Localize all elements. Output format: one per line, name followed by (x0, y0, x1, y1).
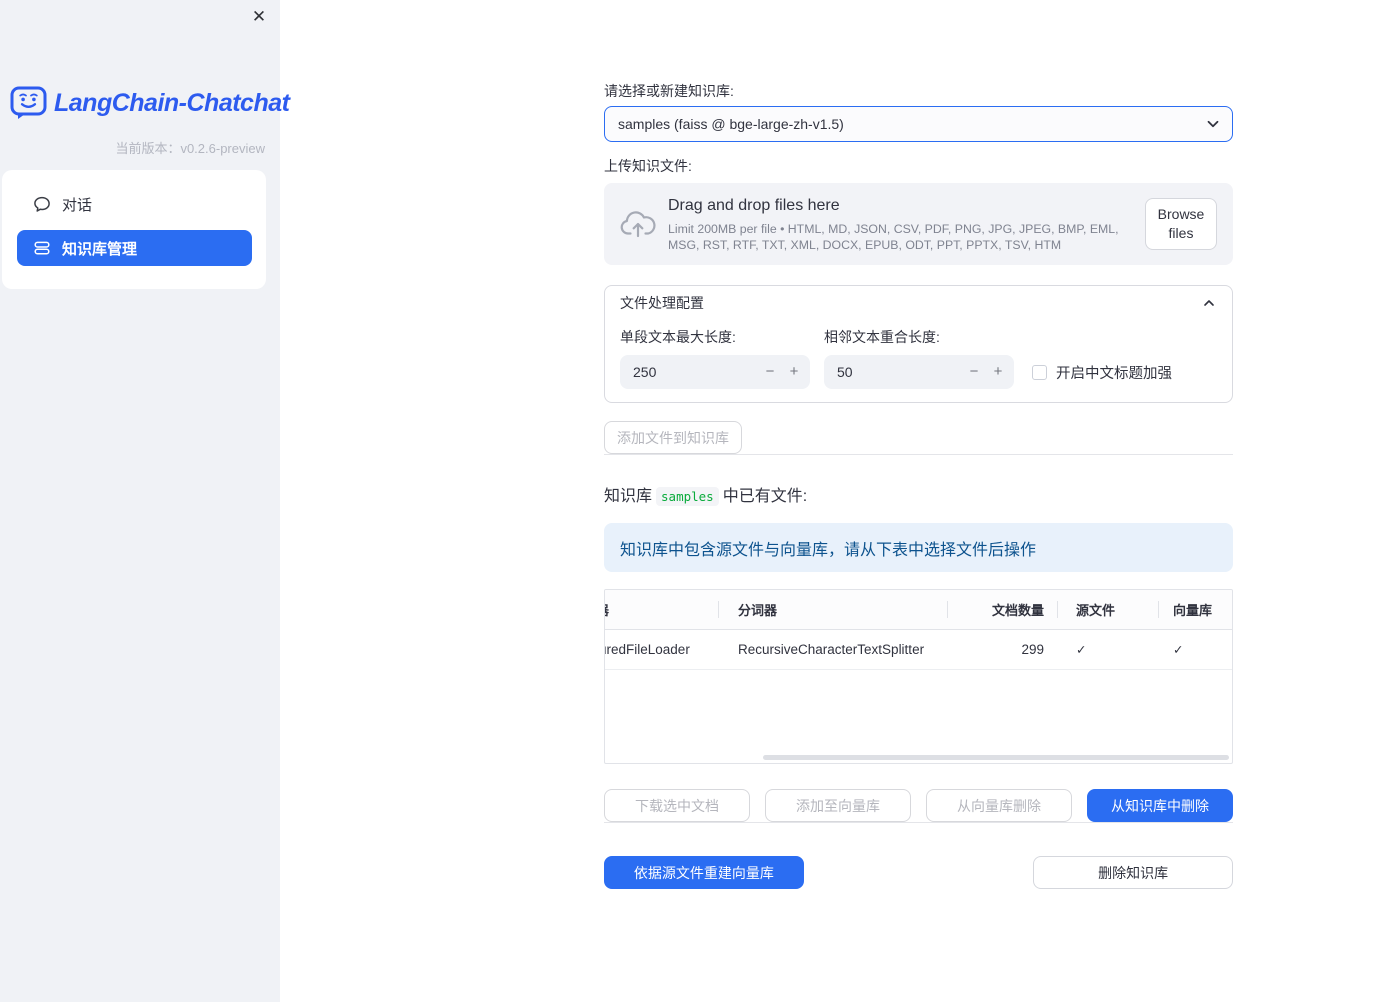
increment-button[interactable]: + (984, 355, 1012, 389)
cell-doc-count: 299 (1021, 642, 1044, 657)
close-sidebar-icon[interactable]: ✕ (247, 5, 271, 29)
column-header-loader: 器 (605, 590, 719, 629)
add-to-vector-store-button[interactable]: 添加至向量库 (765, 789, 911, 822)
info-banner: 知识库中包含源文件与向量库，请从下表中选择文件后操作 (604, 523, 1233, 572)
sidebar-item-kb-management[interactable]: 知识库管理 (17, 230, 252, 266)
kb-level-buttons: 依据源文件重建向量库 删除知识库 (604, 856, 1233, 889)
sidebar-item-label: 对话 (62, 196, 93, 214)
table-row[interactable]: uredFileLoader RecursiveCharacterTextSpl… (605, 630, 1232, 670)
info-text: 知识库中包含源文件与向量库，请从下表中选择文件后操作 (620, 541, 1037, 559)
zh-title-enhance-label: 开启中文标题加强 (1056, 365, 1172, 382)
logo-chat-bubble-icon (10, 86, 47, 120)
overlap-size-group: 相邻文本重合长度: 50 − + (824, 329, 1014, 389)
version-info: 当前版本：v0.2.6-preview (115, 138, 265, 157)
overlap-size-label: 相邻文本重合长度: (824, 329, 940, 345)
kb-files-suffix: 中已有文件: (722, 488, 808, 505)
delete-from-kb-button[interactable]: 从知识库中删除 (1087, 789, 1233, 822)
browse-files-button[interactable]: Browse files (1145, 198, 1217, 250)
sidebar-item-label: 知识库管理 (62, 240, 138, 258)
chunk-size-label: 单段文本最大长度: (620, 329, 736, 345)
download-selected-button[interactable]: 下载选中文档 (604, 789, 750, 822)
chat-bubble-icon (33, 195, 51, 213)
kb-select[interactable]: samples (faiss @ bge-large-zh-v1.5) (604, 106, 1233, 142)
kb-files-table: 器 分词器 文档数量 源文件 向量库 uredFileLoader Recurs… (604, 589, 1233, 764)
version-value: v0.2.6-preview (180, 141, 265, 156)
table-horizontal-scrollbar[interactable] (763, 755, 1229, 760)
dropzone-title: Drag and drop files here (668, 196, 840, 214)
chevron-up-icon[interactable] (1201, 295, 1217, 311)
kb-files-prefix: 知识库 (604, 488, 653, 505)
chevron-down-icon[interactable] (1204, 115, 1222, 133)
overlap-size-value: 50 (837, 364, 853, 380)
upload-label: 上传知识文件: (604, 158, 692, 174)
version-label: 当前版本： (115, 141, 181, 156)
table-header-row: 器 分词器 文档数量 源文件 向量库 (605, 590, 1232, 630)
cell-splitter: RecursiveCharacterTextSplitter (738, 642, 925, 657)
add-files-to-kb-button[interactable]: 添加文件到知识库 (604, 421, 742, 454)
delete-kb-button[interactable]: 删除知识库 (1033, 856, 1233, 889)
cell-vector-store-check: ✓ (1173, 643, 1184, 657)
column-header-source-file: 源文件 (1058, 590, 1159, 629)
zh-title-enhance-checkbox-row[interactable]: 开启中文标题加强 (1032, 355, 1172, 389)
file-dropzone[interactable]: Drag and drop files here Limit 200MB per… (604, 183, 1233, 265)
sidebar: ✕ LangChain-Chatchat 当前版本：v0.2.6-preview (0, 0, 290, 1002)
sidebar-item-dialogue[interactable]: 对话 (17, 186, 252, 222)
file-action-buttons: 下载选中文档 添加至向量库 从向量库删除 从知识库中删除 (604, 789, 1233, 822)
expander-title: 文件处理配置 (620, 294, 704, 311)
rebuild-vector-store-button[interactable]: 依据源文件重建向量库 (604, 856, 804, 889)
kb-name-code: samples (656, 487, 719, 506)
kb-list-icon (33, 239, 51, 257)
cell-loader: uredFileLoader (605, 642, 690, 657)
kb-select-value: samples (faiss @ bge-large-zh-v1.5) (618, 116, 844, 132)
chunk-size-group: 单段文本最大长度: 250 − + (620, 329, 810, 389)
column-header-doc-count: 文档数量 (948, 590, 1058, 629)
column-header-splitter: 分词器 (719, 590, 948, 629)
overlap-size-input[interactable]: 50 − + (824, 355, 1014, 389)
increment-button[interactable]: + (780, 355, 808, 389)
delete-from-vector-store-button[interactable]: 从向量库删除 (926, 789, 1072, 822)
checkbox-unchecked[interactable] (1032, 364, 1047, 380)
logo-text: LangChain-Chatchat (54, 88, 290, 117)
chunk-size-value: 250 (633, 364, 657, 380)
chunk-size-input[interactable]: 250 − + (620, 355, 810, 389)
file-config-expander: 文件处理配置 单段文本最大长度: 250 − + 相邻文本重合长度: 50 − … (604, 285, 1233, 403)
column-header-vector-store: 向量库 (1173, 603, 1213, 618)
expander-header[interactable]: 文件处理配置 (605, 286, 1232, 319)
divider (604, 454, 1233, 455)
dropzone-texts: Drag and drop files here Limit 200MB per… (668, 196, 1145, 253)
dropzone-hint: Limit 200MB per file • HTML, MD, JSON, C… (668, 221, 1119, 252)
expander-body: 单段文本最大长度: 250 − + 相邻文本重合长度: 50 − + 开启中文标… (605, 319, 1232, 402)
main-content: 请选择或新建知识库: samples (faiss @ bge-large-zh… (604, 83, 1233, 889)
kb-select-label: 请选择或新建知识库: (604, 83, 734, 99)
app-logo: LangChain-Chatchat (10, 86, 290, 120)
cell-source-file-check: ✓ (1076, 643, 1087, 657)
kb-files-heading: 知识库 samples 中已有文件: (604, 487, 1233, 507)
cloud-upload-icon (620, 210, 656, 239)
divider (604, 822, 1233, 823)
sidebar-nav: 对话 知识库管理 (2, 170, 266, 289)
